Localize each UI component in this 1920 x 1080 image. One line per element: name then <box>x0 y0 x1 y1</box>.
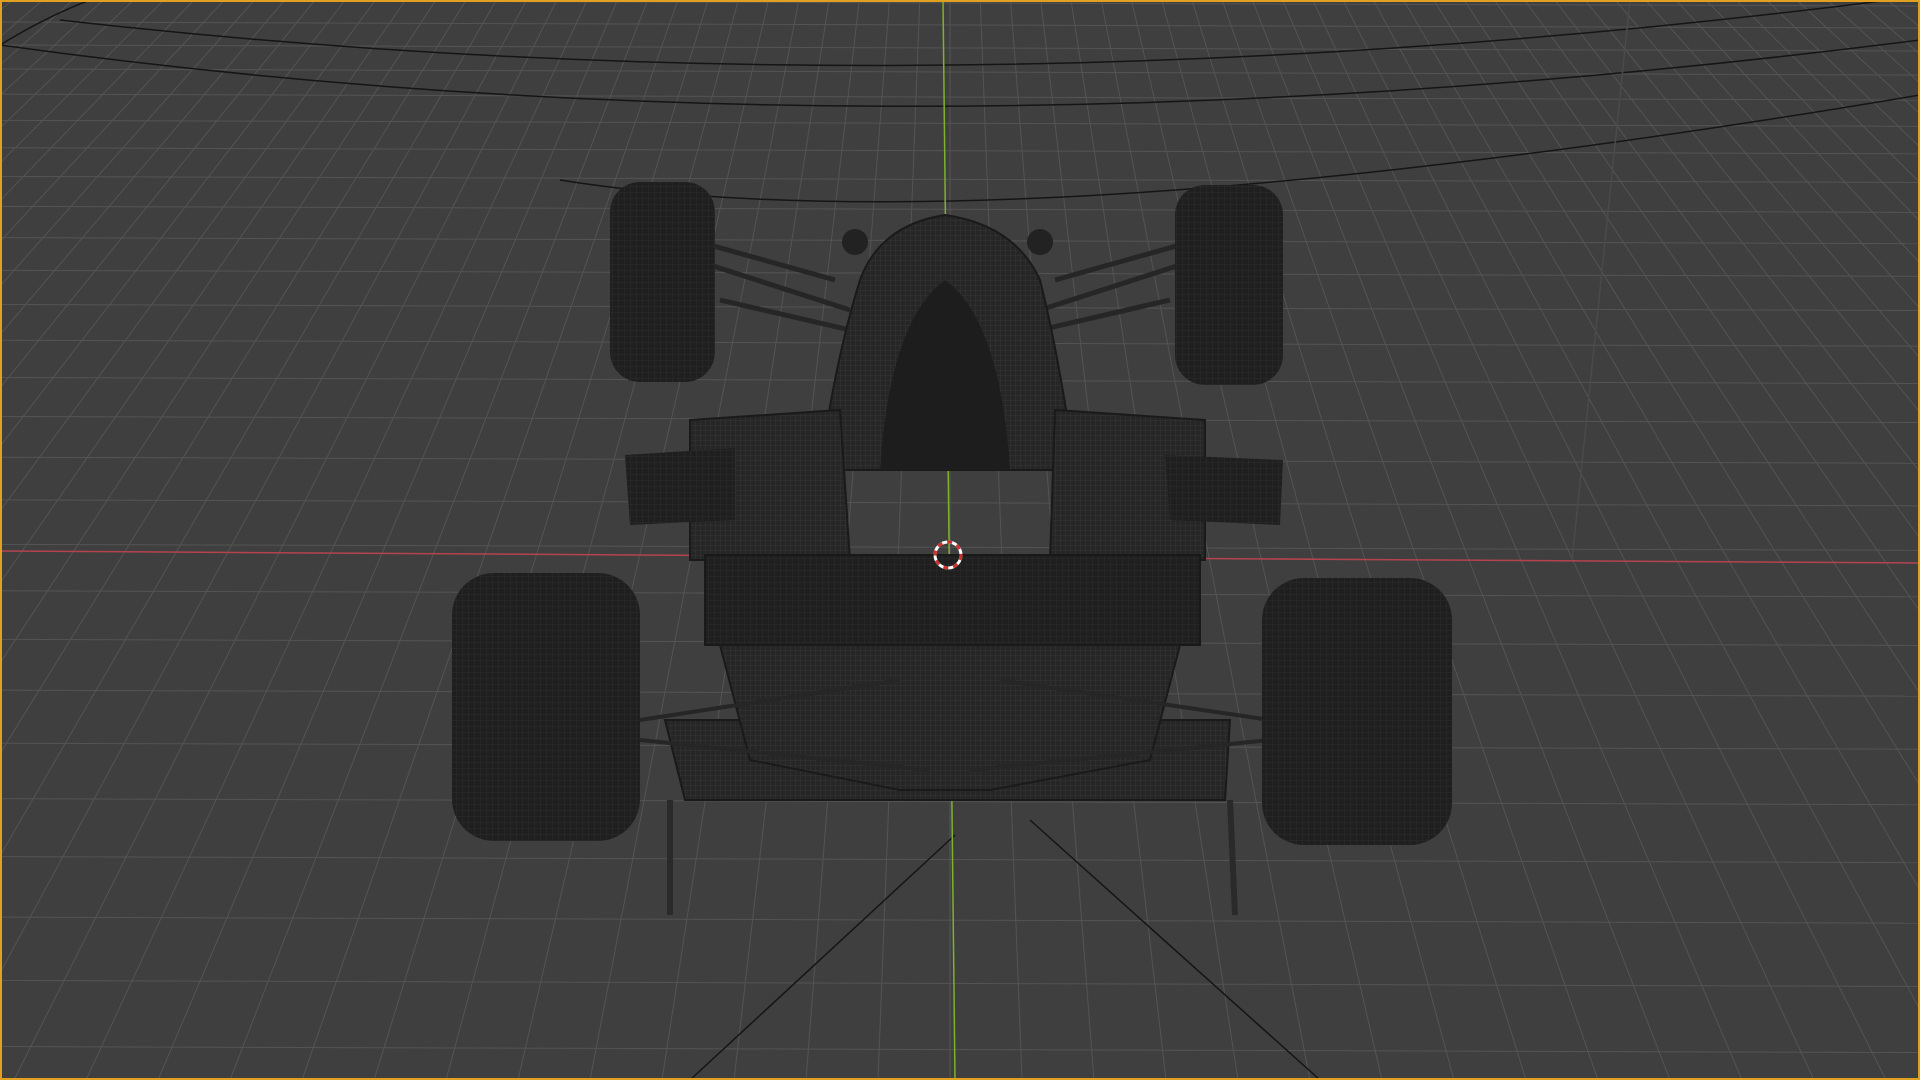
3d-viewport[interactable] <box>0 0 1920 1080</box>
rear-right-wheel <box>1262 578 1452 845</box>
rear-left-wheel <box>452 573 640 841</box>
front-right-wheel <box>1175 185 1283 385</box>
viewport-scene[interactable] <box>0 0 1920 1080</box>
front-left-wheel <box>610 182 715 382</box>
car-engine-gearbox <box>718 644 1182 791</box>
